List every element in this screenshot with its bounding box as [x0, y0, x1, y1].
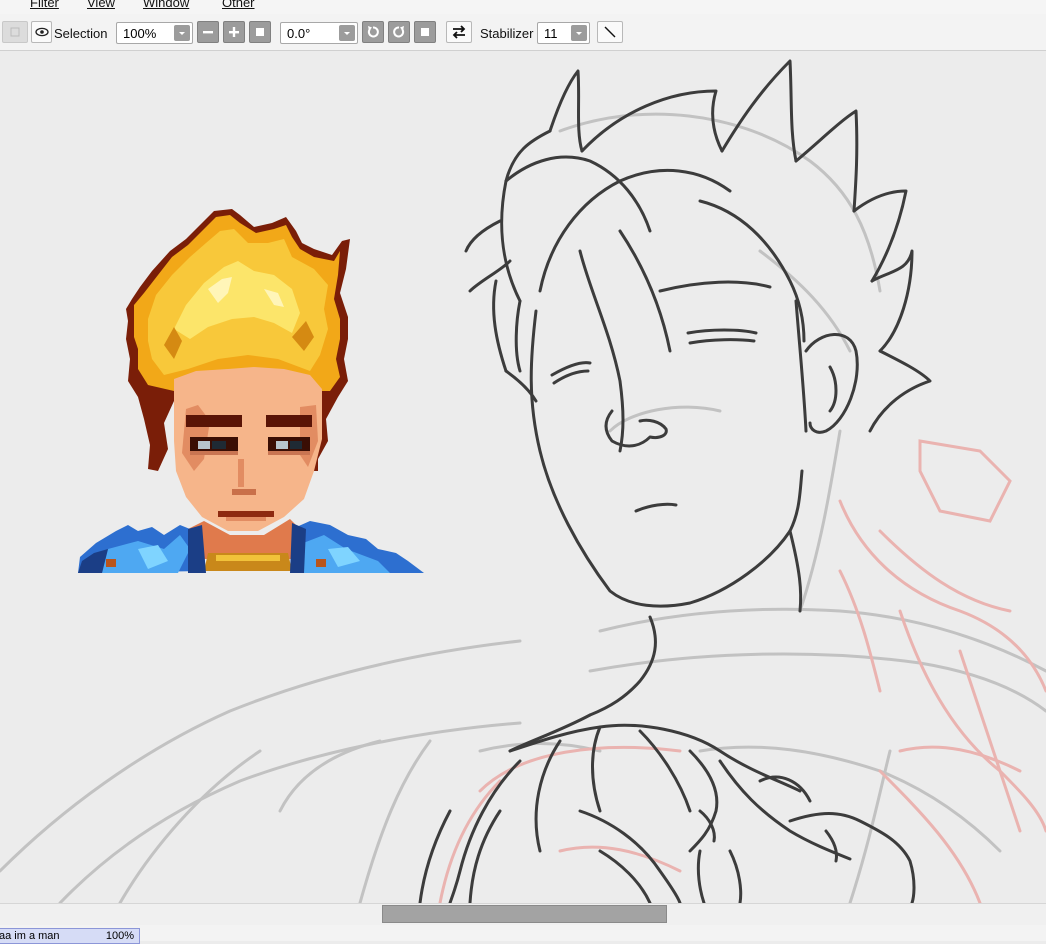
reset-icon — [421, 28, 429, 36]
menu-bar: Filter View Window Other — [0, 0, 1046, 14]
zoom-value: 100% — [123, 26, 157, 41]
document-tab-zoom: 100% — [105, 930, 134, 942]
document-tab-name: aa im a man — [0, 930, 60, 942]
zoom-reset-button[interactable] — [249, 21, 271, 43]
selection-label: Selection — [54, 26, 108, 41]
minus-icon — [203, 31, 213, 34]
rotate-left-button[interactable] — [362, 21, 384, 43]
disabled-tool-button[interactable] — [2, 21, 28, 43]
toolbar: Selection 100% 0.0° Stabilizer 11 — [0, 14, 1046, 51]
horizontal-scrollbar[interactable] — [0, 903, 1046, 926]
reset-icon — [256, 28, 264, 36]
document-tab[interactable]: aa im a man 100% — [0, 928, 140, 944]
stabilizer-label: Stabilizer — [480, 26, 534, 41]
stabilizer-value: 11 — [544, 26, 558, 41]
rotation-combo[interactable]: 0.0° — [280, 22, 358, 44]
chevron-down-icon[interactable] — [174, 25, 190, 41]
rotate-right-icon — [393, 26, 405, 38]
drawing-canvas[interactable] — [0, 51, 1046, 903]
line-tool-icon — [604, 26, 616, 38]
chevron-down-icon[interactable] — [571, 25, 587, 41]
rotate-right-button[interactable] — [388, 21, 410, 43]
rotation-value: 0.0° — [287, 26, 311, 41]
zoom-combo[interactable]: 100% — [116, 22, 193, 44]
zoom-out-button[interactable] — [197, 21, 219, 43]
menu-view[interactable]: View — [87, 0, 115, 10]
tool-icon — [10, 27, 20, 37]
menu-filter[interactable]: Filter — [30, 0, 59, 10]
chevron-down-icon[interactable] — [339, 25, 355, 41]
sketch-drawing — [0, 59, 1046, 903]
stabilizer-combo[interactable]: 11 — [537, 22, 590, 44]
zoom-in-button[interactable] — [223, 21, 245, 43]
rotate-left-icon — [367, 26, 379, 38]
plus-icon — [229, 27, 239, 37]
selection-visibility-button[interactable] — [31, 21, 52, 43]
flip-icon — [452, 25, 466, 39]
rotation-reset-button[interactable] — [414, 21, 436, 43]
menu-window[interactable]: Window — [143, 0, 189, 10]
status-bar: aa im a man 100% — [0, 925, 1046, 944]
line-tool-button[interactable] — [597, 21, 623, 43]
scrollbar-thumb[interactable] — [382, 905, 667, 923]
flip-button[interactable] — [446, 21, 472, 43]
menu-other[interactable]: Other — [222, 0, 255, 10]
eye-icon — [34, 27, 49, 37]
